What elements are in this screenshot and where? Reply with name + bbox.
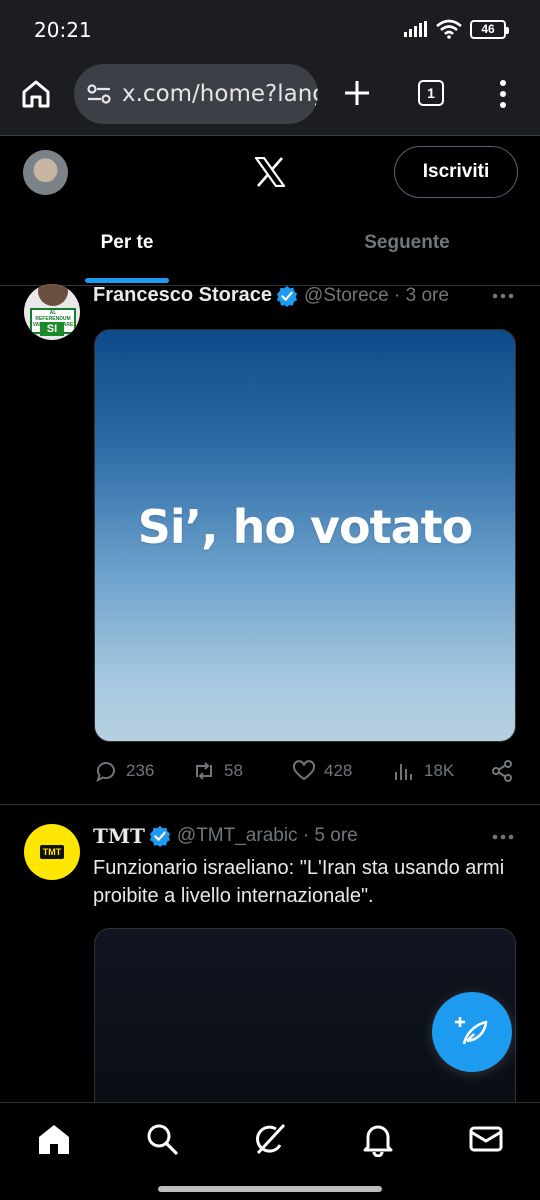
compose-feather-icon (455, 1017, 488, 1045)
author-name[interactable]: TMT (93, 824, 145, 848)
author-name[interactable]: Francesco Storace (93, 284, 272, 307)
repost-icon (196, 762, 212, 780)
site-settings-icon[interactable] (86, 81, 112, 107)
timeline-tabs: Per te Seguente (0, 216, 540, 286)
views-icon (395, 764, 412, 780)
tab-for-you[interactable]: Per te (0, 216, 270, 286)
repost-button[interactable]: 58 (192, 759, 243, 783)
bottom-navigation (0, 1102, 540, 1188)
nav-grok-icon[interactable] (252, 1121, 288, 1157)
verified-badge-icon (276, 285, 298, 307)
status-time: 20:21 (34, 18, 92, 42)
nav-messages-icon[interactable] (468, 1121, 504, 1157)
status-bar: 20:21 46 (0, 0, 540, 60)
more-options-icon[interactable] (492, 834, 514, 840)
x-header: Iscriviti Per te Seguente (0, 136, 540, 286)
tab-following[interactable]: Seguente (270, 216, 540, 286)
url-text: x.com/home?lang (122, 81, 318, 107)
status-icons: 46 (404, 19, 509, 39)
like-button[interactable]: 428 (292, 759, 352, 783)
signup-button[interactable]: Iscriviti (394, 146, 518, 198)
battery-level: 46 (481, 22, 495, 36)
browser-toolbar: x.com/home?lang 1 (0, 60, 540, 136)
reply-button[interactable]: 236 (94, 759, 154, 783)
compose-button[interactable] (432, 992, 512, 1072)
signal-icon (404, 21, 427, 37)
heart-icon (292, 760, 316, 781)
more-options-icon[interactable] (492, 293, 514, 299)
image-caption: Si’, ho votato (137, 500, 473, 554)
author-handle[interactable]: @Storece · 3 ore (304, 285, 449, 307)
new-tab-icon[interactable] (340, 76, 374, 110)
browser-menu-icon[interactable] (496, 78, 510, 110)
avatar-badge: SI (40, 322, 64, 336)
tweet-actions: 236 58 428 18K (94, 759, 516, 789)
tweet[interactable]: AL REFERENDUM VADO A VOTARE SI Francesco… (0, 284, 540, 805)
profile-avatar[interactable] (23, 150, 68, 195)
repost-count: 58 (224, 761, 243, 780)
author-avatar[interactable]: TMT (24, 824, 80, 880)
tab-label: Per te (100, 232, 154, 253)
tab-label: Seguente (364, 232, 450, 253)
tweet-image[interactable]: Si’, ho votato (94, 329, 516, 742)
author-handle[interactable]: @TMT_arabic · 5 ore (177, 825, 358, 847)
share-button[interactable] (490, 759, 522, 783)
view-count: 18K (424, 761, 455, 780)
x-logo-icon[interactable] (254, 157, 286, 187)
tweet-header: TMT @TMT_arabic · 5 ore (93, 824, 358, 848)
active-tab-indicator (85, 278, 169, 283)
reply-icon (96, 762, 115, 782)
share-icon (492, 760, 512, 782)
avatar-photo (38, 284, 68, 306)
tweet-text: Funzionario israeliano: "L'Iran sta usan… (93, 857, 505, 907)
views-button[interactable]: 18K (392, 759, 454, 783)
tab-switcher-button[interactable]: 1 (418, 80, 444, 106)
gesture-home-bar[interactable] (158, 1186, 382, 1192)
nav-search-icon[interactable] (144, 1121, 180, 1157)
address-bar[interactable]: x.com/home?lang (74, 64, 318, 124)
reply-count: 236 (126, 761, 155, 780)
nav-home-icon[interactable] (36, 1121, 72, 1157)
nav-notifications-icon[interactable] (360, 1121, 396, 1157)
wifi-icon (436, 19, 462, 39)
tweet-header: Francesco Storace @Storece · 3 ore (93, 284, 449, 307)
tab-count: 1 (427, 85, 435, 101)
like-count: 428 (324, 761, 353, 780)
verified-badge-icon (149, 825, 170, 847)
author-avatar[interactable]: AL REFERENDUM VADO A VOTARE SI (24, 284, 80, 340)
browser-home-icon[interactable] (20, 78, 52, 110)
battery-icon: 46 (470, 19, 509, 39)
avatar-logo: TMT (39, 845, 65, 859)
